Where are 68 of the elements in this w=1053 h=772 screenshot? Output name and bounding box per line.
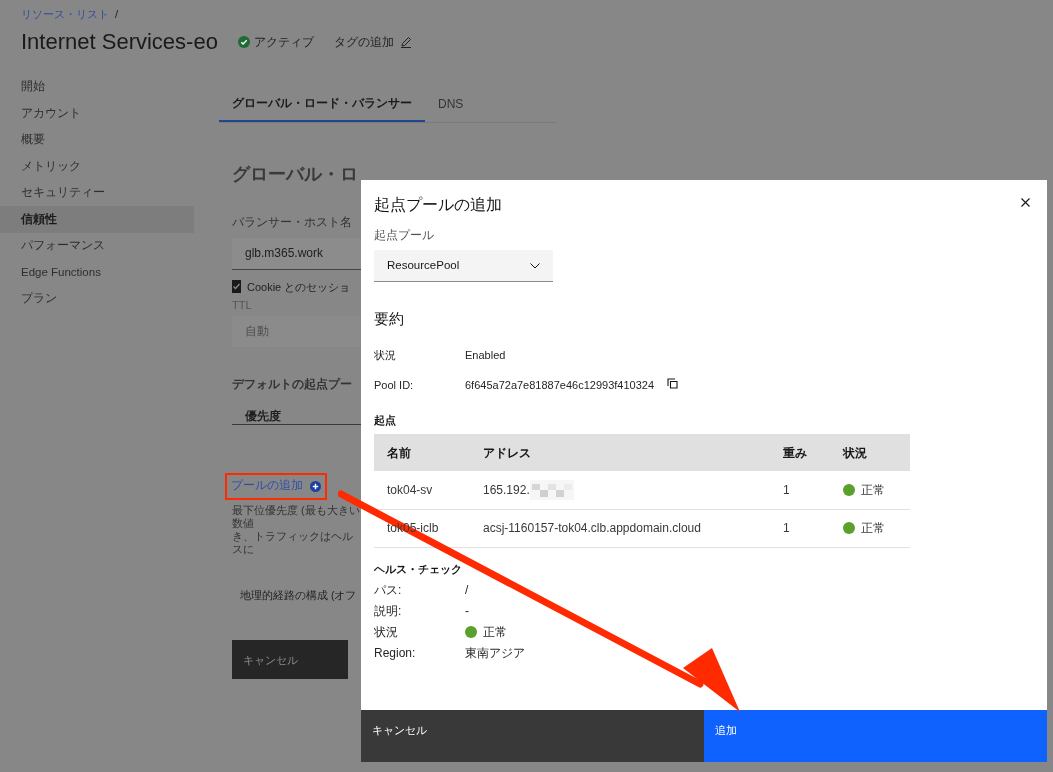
summary-label: Pool ID: <box>374 377 415 393</box>
status-text: 正常 <box>861 520 885 538</box>
add-tag-button[interactable]: タグの追加 <box>333 32 412 51</box>
sidebar-item[interactable]: Edge Functions <box>0 259 194 286</box>
sidebar-item[interactable]: アカウント <box>0 100 194 127</box>
cancel-button[interactable]: キャンセル <box>361 710 704 762</box>
health-value: 正常 <box>483 623 507 641</box>
summary-heading: 要約 <box>374 309 405 329</box>
table-cell-text: acsj-1160157-tok04.clb.appdomain.cloud <box>483 520 701 538</box>
plus-circle-icon <box>310 480 321 492</box>
section-heading: グローバル・ロ <box>232 162 358 186</box>
modal-title: 起点プールの追加 <box>374 195 502 215</box>
table-cell: tok04-sv <box>387 482 433 497</box>
sidebar-item[interactable]: パフォーマンス <box>0 232 194 259</box>
column-header: アドレス <box>482 444 532 462</box>
health-value: 東南アジア <box>465 644 525 662</box>
close-button[interactable] <box>1018 195 1032 209</box>
health-value: / <box>465 581 469 599</box>
table-cell-text: 165.192. <box>483 481 530 499</box>
copy-icon <box>667 377 679 389</box>
close-icon <box>1020 197 1030 207</box>
table-cell-text: 1 <box>782 520 791 538</box>
checkbox-label: Cookie とのセッショ <box>247 279 351 295</box>
column-header: 重み <box>782 444 808 462</box>
chevron-down-icon <box>530 262 540 269</box>
tab[interactable]: グローバル・ロード・バランサー <box>219 86 425 122</box>
origins-heading: 起点 <box>374 412 397 428</box>
health-value: - <box>465 602 469 620</box>
sidebar-item[interactable]: セキュリティー <box>0 179 194 206</box>
sidebar-item[interactable]: 開始 <box>0 73 194 100</box>
host-name-field[interactable]: glb.m365.work <box>232 237 361 270</box>
table-cell-text: 1 <box>782 481 791 499</box>
health-check-heading: ヘルス・チェック <box>374 562 463 577</box>
redaction-blur <box>529 479 574 500</box>
health-label: パス: <box>374 581 403 599</box>
status-text: 正常 <box>861 481 885 499</box>
cancel-button[interactable]: キャンセル <box>232 640 348 680</box>
summary-value: Enabled <box>465 347 506 363</box>
sidebar-item[interactable]: 概要 <box>0 126 194 153</box>
field-label: 起点プール <box>374 227 435 244</box>
sidebar-item[interactable]: プラン <box>0 285 194 312</box>
health-label: 状況 <box>374 623 399 641</box>
health-label: Region: <box>374 644 417 662</box>
field-label: バランサー・ホスト名 <box>232 213 348 231</box>
breadcrumb-link[interactable]: リソース・リスト <box>21 6 109 23</box>
pencil-icon <box>399 35 412 48</box>
tab[interactable]: DNS <box>425 86 477 122</box>
check-icon <box>232 282 241 292</box>
copy-button[interactable] <box>667 377 679 389</box>
checkbox[interactable] <box>232 280 241 294</box>
pool-dropdown[interactable]: ResourcePool <box>374 250 553 282</box>
status-label: アクティブ <box>253 33 314 51</box>
column-header: 状況 <box>841 444 867 462</box>
ttl-field[interactable]: 自動 <box>232 315 361 347</box>
add-button[interactable]: 追加 <box>704 710 1047 762</box>
summary-value: 6f645a72a7e81887e46c12993f410324 <box>465 377 655 393</box>
breadcrumb-separator: / <box>115 7 119 22</box>
check-circle-icon <box>237 35 250 48</box>
column-header: 名前 <box>386 444 412 462</box>
help-text: き、トラフィックはヘルスに <box>232 529 354 556</box>
page-title: Internet Services-eo <box>21 28 218 56</box>
geo-routing-label: 地理的経路の構成 (オフ <box>239 587 358 603</box>
sidebar-item[interactable]: メトリック <box>0 153 194 180</box>
sidebar-item[interactable]: 信頼性 <box>0 206 194 233</box>
summary-label: 状況 <box>374 347 397 363</box>
column-header: 優先度 <box>245 409 281 422</box>
help-text: 最下位優先度 (最も大きい数値 <box>232 503 361 530</box>
health-label: 説明: <box>374 602 403 620</box>
